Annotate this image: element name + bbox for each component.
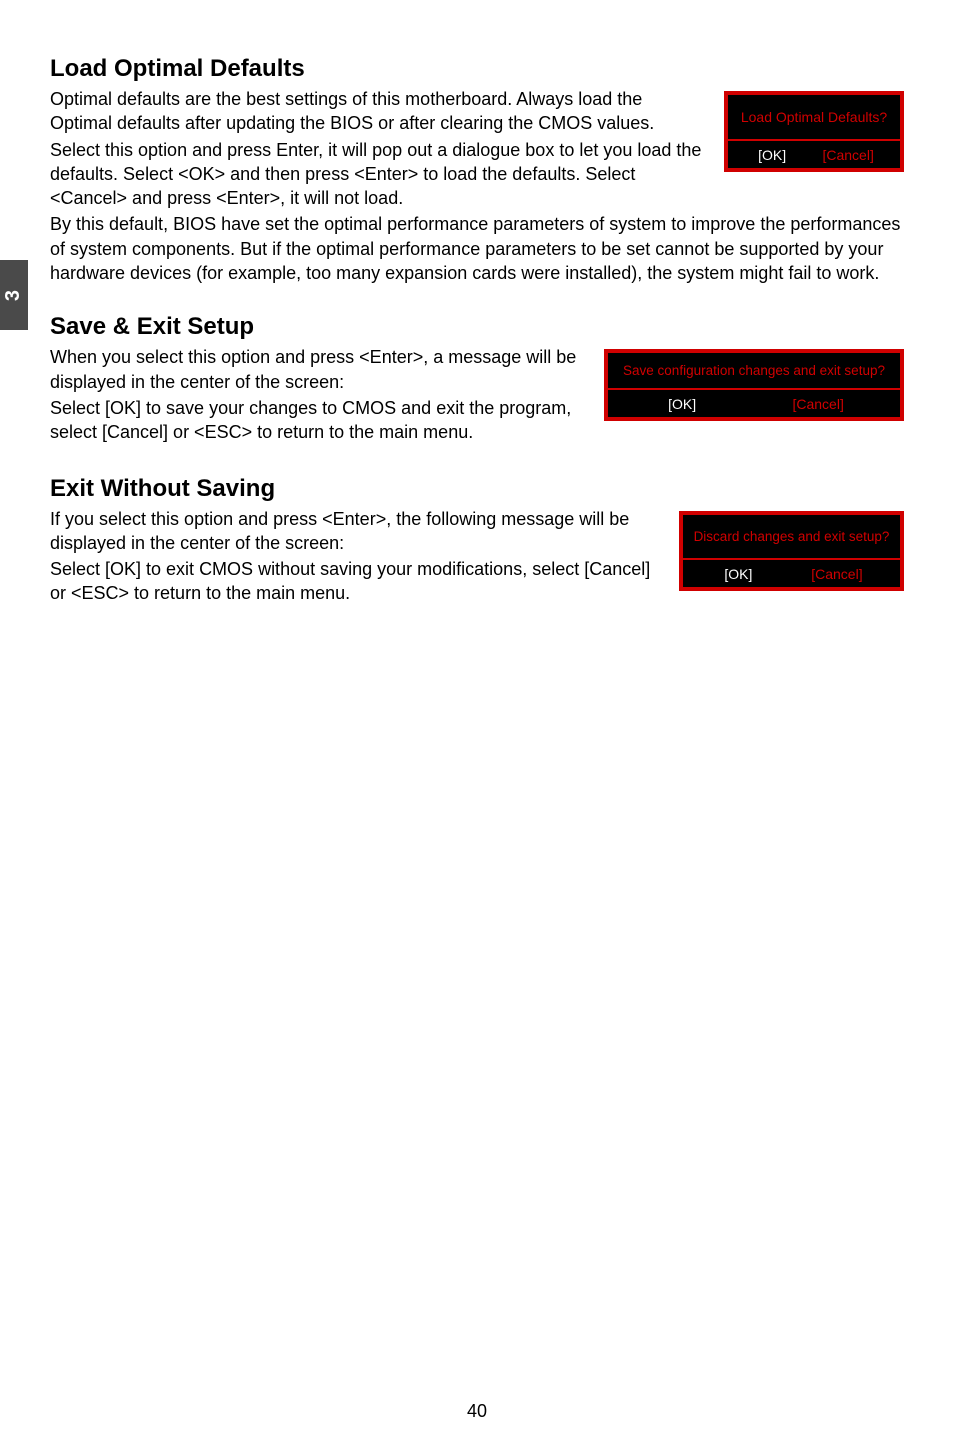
heading-exit-without-saving: Exit Without Saving bbox=[50, 475, 904, 503]
dialog-buttons: [OK] [Cancel] bbox=[683, 558, 900, 587]
body-text: By this default, BIOS have set the optim… bbox=[50, 212, 904, 285]
dialog-load-optimal-defaults: Load Optimal Defaults? [OK] [Cancel] bbox=[724, 91, 904, 172]
section-save-exit-setup: Save & Exit Setup Save configuration cha… bbox=[50, 313, 904, 446]
chapter-tab: 3 bbox=[0, 260, 28, 330]
cancel-button[interactable]: [Cancel] bbox=[822, 147, 873, 163]
dialog-buttons: [OK] [Cancel] bbox=[728, 139, 900, 168]
dialog-title: Discard changes and exit setup? bbox=[683, 515, 900, 558]
cancel-button[interactable]: [Cancel] bbox=[811, 566, 862, 582]
dialog-discard-exit: Discard changes and exit setup? [OK] [Ca… bbox=[679, 511, 904, 591]
page-content: Load Optimal Defaults Load Optimal Defau… bbox=[0, 0, 954, 676]
heading-load-optimal-defaults: Load Optimal Defaults bbox=[50, 55, 904, 83]
ok-button[interactable]: [OK] bbox=[664, 396, 700, 412]
dialog-buttons: [OK] [Cancel] bbox=[608, 388, 900, 417]
dialog-title: Load Optimal Defaults? bbox=[728, 95, 900, 139]
heading-save-exit-setup: Save & Exit Setup bbox=[50, 313, 904, 341]
chapter-number: 3 bbox=[3, 289, 26, 300]
ok-button[interactable]: [OK] bbox=[754, 147, 790, 163]
section-load-optimal-defaults: Load Optimal Defaults Load Optimal Defau… bbox=[50, 55, 904, 285]
ok-button[interactable]: [OK] bbox=[720, 566, 756, 582]
cancel-button[interactable]: [Cancel] bbox=[792, 396, 843, 412]
dialog-save-exit: Save configuration changes and exit setu… bbox=[604, 349, 904, 421]
section-exit-without-saving: Exit Without Saving Discard changes and … bbox=[50, 475, 904, 608]
dialog-title: Save configuration changes and exit setu… bbox=[608, 353, 900, 388]
page-number: 40 bbox=[0, 1401, 954, 1422]
